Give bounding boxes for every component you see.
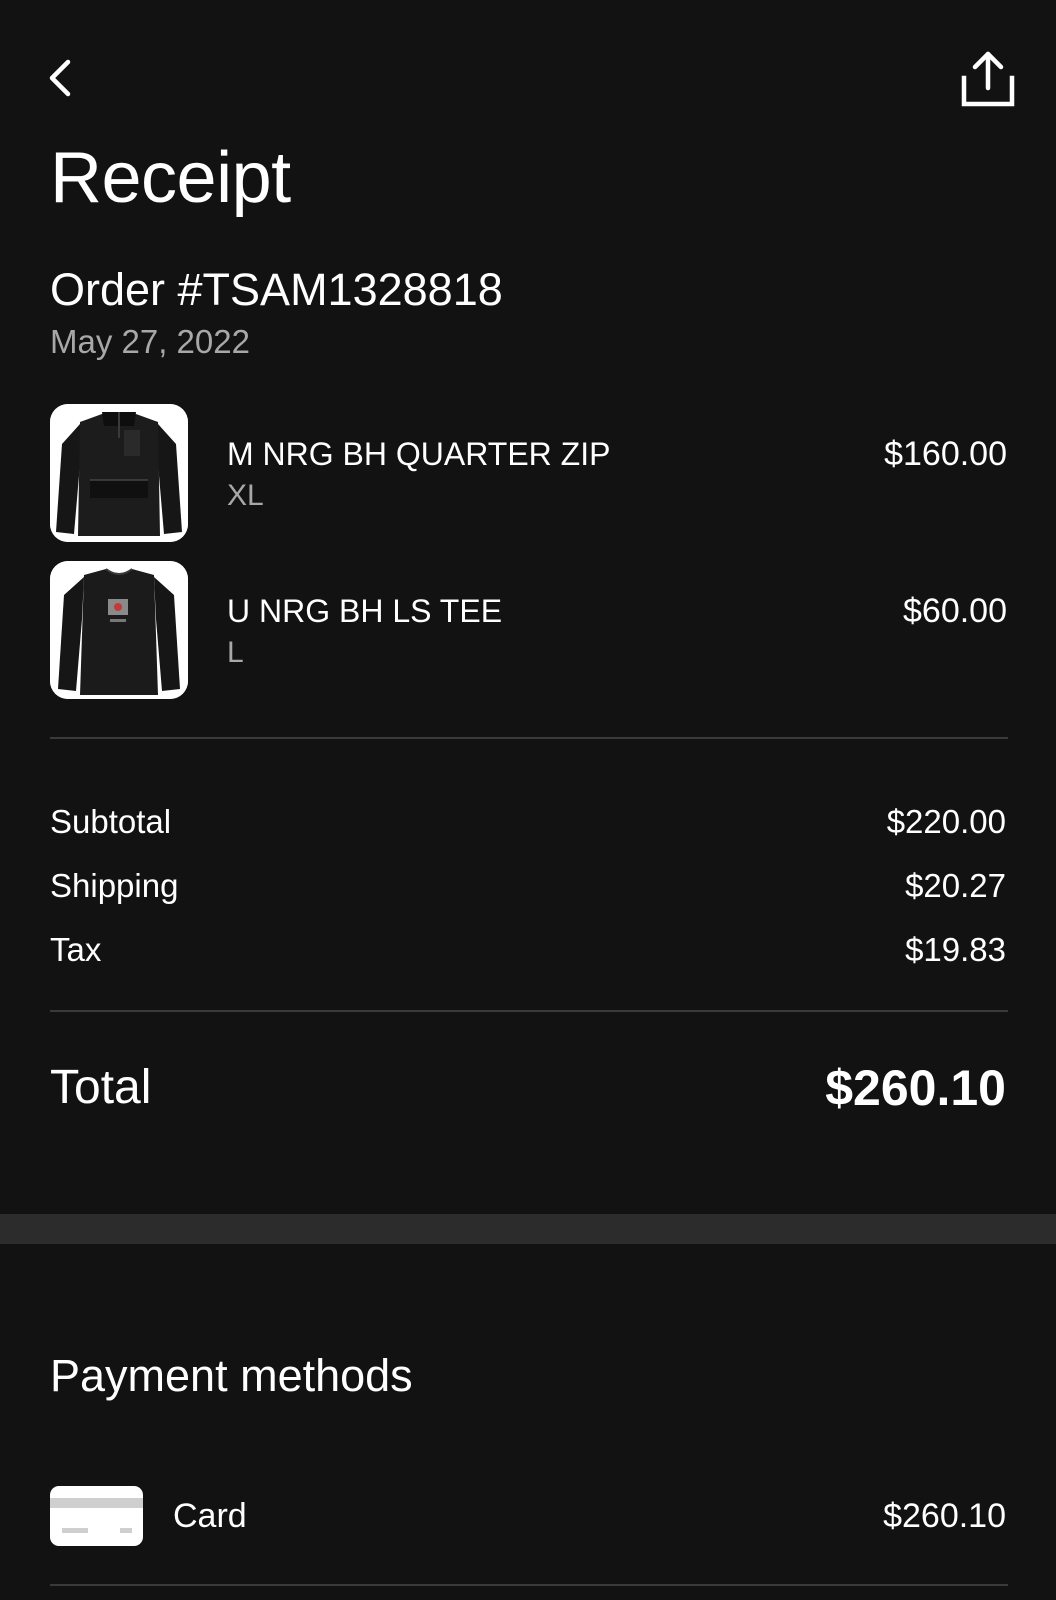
section-separator bbox=[0, 1214, 1056, 1244]
subtotal-row: Subtotal $220.00 bbox=[50, 800, 1006, 844]
order-date: May 27, 2022 bbox=[50, 323, 250, 360]
item-price: $160.00 bbox=[884, 435, 1007, 473]
shipping-label: Shipping bbox=[50, 867, 179, 904]
item-size: L bbox=[227, 636, 244, 669]
tax-row: Tax $19.83 bbox=[50, 928, 1006, 972]
total-row: Total $260.10 bbox=[50, 1056, 1006, 1120]
share-upload-icon bbox=[961, 51, 1015, 107]
long-sleeve-tee-image bbox=[50, 561, 188, 699]
shipping-value: $20.27 bbox=[905, 867, 1006, 904]
top-bar bbox=[0, 0, 1056, 130]
page-title: Receipt bbox=[50, 138, 291, 218]
order-number: Order #TSAM1328818 bbox=[50, 264, 503, 315]
total-value: $260.10 bbox=[825, 1060, 1006, 1116]
subtotal-label: Subtotal bbox=[50, 803, 172, 840]
product-thumbnail bbox=[50, 404, 188, 542]
item-name: U NRG BH LS TEE bbox=[227, 593, 503, 629]
subtotal-value: $220.00 bbox=[886, 803, 1006, 840]
item-price: $60.00 bbox=[903, 592, 1007, 630]
divider bbox=[50, 1584, 1008, 1586]
share-button[interactable] bbox=[960, 50, 1016, 110]
total-label: Total bbox=[50, 1061, 152, 1114]
item-size: XL bbox=[227, 479, 264, 512]
back-button[interactable] bbox=[40, 52, 84, 104]
divider bbox=[50, 1010, 1008, 1012]
credit-card-icon bbox=[50, 1486, 143, 1546]
chevron-left-icon bbox=[49, 59, 71, 97]
list-item-quarter-zip[interactable]: M NRG BH QUARTER ZIP XL $160.00 bbox=[50, 404, 1007, 542]
product-thumbnail bbox=[50, 561, 188, 699]
divider bbox=[50, 737, 1008, 739]
payment-method-label: Card bbox=[173, 1497, 247, 1535]
item-name: M NRG BH QUARTER ZIP bbox=[227, 436, 611, 472]
shipping-row: Shipping $20.27 bbox=[50, 864, 1006, 908]
quarter-zip-jacket-image bbox=[50, 404, 188, 542]
payment-methods-heading: Payment methods bbox=[50, 1350, 413, 1401]
list-item-ls-tee[interactable]: U NRG BH LS TEE L $60.00 bbox=[50, 561, 1007, 699]
tax-label: Tax bbox=[50, 931, 102, 968]
payment-method-card[interactable]: Card $260.10 bbox=[50, 1486, 1006, 1546]
payment-method-amount: $260.10 bbox=[883, 1497, 1006, 1535]
tax-value: $19.83 bbox=[905, 931, 1006, 968]
